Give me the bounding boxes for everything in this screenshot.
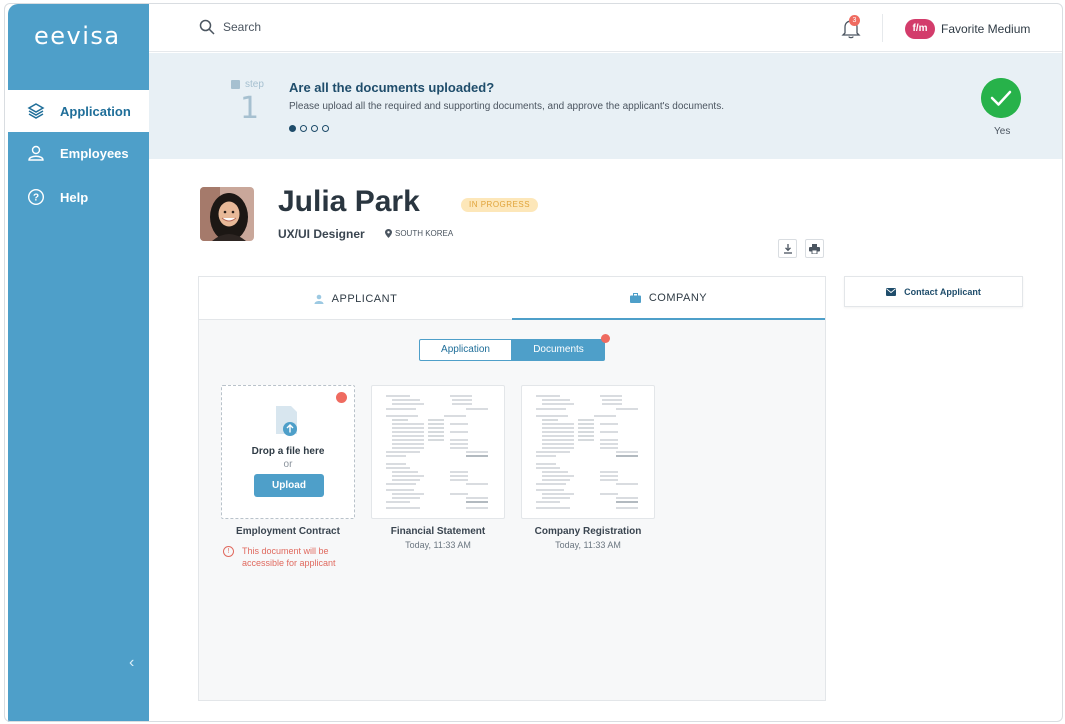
tab-bar: APPLICANT COMPANY (199, 277, 825, 320)
location-pin-icon (385, 229, 392, 238)
step-dot[interactable] (289, 125, 296, 132)
sidebar-item-employees[interactable]: Employees (8, 132, 149, 174)
tab-company[interactable]: COMPANY (512, 277, 825, 320)
document-preview (386, 395, 488, 509)
status-label: Yes (994, 126, 1011, 137)
upload-dropzone[interactable]: Drop a file here or Upload (221, 385, 355, 519)
applicant-location: SOUTH KOREA (385, 229, 453, 238)
collapse-sidebar-button[interactable]: ‹ (129, 654, 134, 672)
company-avatar[interactable]: f/m (905, 19, 935, 39)
step-icon (231, 80, 240, 89)
user-icon (26, 143, 46, 163)
notification-badge: 3 (849, 15, 860, 26)
print-button[interactable] (805, 239, 824, 258)
download-button[interactable] (778, 239, 797, 258)
mail-icon (886, 287, 897, 296)
sidebar-item-label: Help (60, 189, 89, 205)
applicant-role: UX/UI Designer (278, 227, 365, 241)
banner-title: Are all the documents uploaded? (289, 80, 495, 95)
toggle-documents[interactable]: Documents (512, 339, 605, 361)
document-title: Employment Contract (236, 526, 340, 537)
search-label: Search (223, 20, 262, 34)
applicant-avatar (200, 187, 254, 241)
details-card: APPLICANT COMPANY Application Documents … (198, 276, 826, 701)
warning-icon: ! (223, 546, 234, 557)
applicant-name: Julia Park (278, 185, 420, 218)
drop-text: Drop a file here (251, 446, 325, 457)
app-window: eevisa Application Employees ? Help ‹ Se… (0, 0, 1065, 724)
company-name[interactable]: Favorite Medium (941, 22, 1030, 36)
step-dot[interactable] (311, 125, 318, 132)
search-field[interactable]: Search (199, 19, 261, 35)
document-title: Company Registration (534, 526, 642, 537)
step-dot[interactable] (300, 125, 307, 132)
document-timestamp: Today, 11:33 AM (555, 540, 621, 550)
upload-button[interactable]: Upload (254, 474, 324, 497)
briefcase-icon (629, 292, 641, 303)
sidebar: eevisa Application Employees ? Help ‹ (8, 4, 149, 722)
help-icon: ? (26, 187, 46, 207)
document-thumbnail-financial-statement[interactable] (371, 385, 505, 519)
person-icon (314, 294, 324, 304)
top-bar: Search 3 f/m Favorite Medium (149, 4, 1062, 52)
step-label: step (231, 79, 264, 90)
document-preview (536, 395, 638, 509)
contact-applicant-button[interactable]: Contact Applicant (844, 276, 1023, 307)
tab-applicant[interactable]: APPLICANT (199, 277, 512, 320)
or-text: or (283, 459, 293, 470)
toggle-application[interactable]: Application (419, 339, 512, 361)
divider (882, 14, 883, 42)
view-toggle: Application Documents (419, 339, 605, 361)
check-icon[interactable] (981, 78, 1021, 118)
step-dot[interactable] (322, 125, 329, 132)
sidebar-item-label: Employees (60, 145, 129, 161)
warning-message: ! This document will be accessible for a… (223, 545, 352, 569)
step-banner: step 1 Are all the documents uploaded? P… (149, 53, 1062, 159)
document-thumbnail-company-registration[interactable] (521, 385, 655, 519)
step-number: 1 (240, 91, 260, 126)
step-progress-dots (289, 125, 329, 132)
status-badge: IN PROGRESS (461, 198, 539, 212)
app-logo[interactable]: eevisa (34, 22, 121, 50)
print-icon (809, 243, 820, 254)
sidebar-item-help[interactable]: ? Help (8, 176, 149, 218)
search-icon (199, 19, 215, 35)
sidebar-item-application[interactable]: Application (8, 90, 149, 132)
notification-dot (601, 334, 610, 343)
document-timestamp: Today, 11:33 AM (405, 540, 471, 550)
layers-icon (26, 101, 46, 121)
sidebar-item-label: Application (60, 103, 131, 119)
download-icon (783, 243, 792, 254)
svg-text:?: ? (33, 193, 39, 204)
document-title: Financial Statement (390, 526, 486, 537)
file-upload-icon (276, 406, 297, 436)
banner-subtitle: Please upload all the required and suppo… (289, 101, 724, 112)
required-dot (336, 392, 347, 403)
